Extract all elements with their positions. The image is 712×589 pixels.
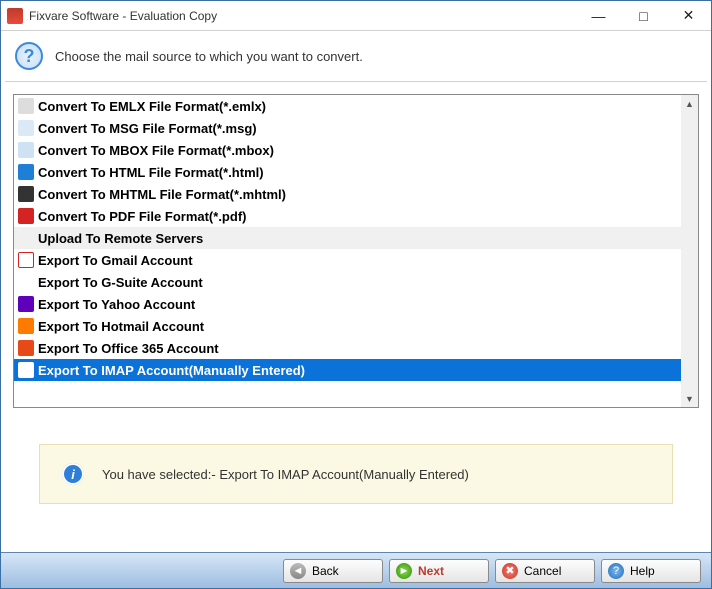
next-arrow-icon: ►: [396, 563, 412, 579]
gsuite-icon: [18, 274, 34, 290]
list-item-label: Export To Gmail Account: [38, 253, 193, 268]
list-item[interactable]: Export To Office 365 Account: [14, 337, 681, 359]
back-arrow-icon: ◄: [290, 563, 306, 579]
list-item[interactable]: Convert To MBOX File Format(*.mbox): [14, 139, 681, 161]
instruction-header: ? Choose the mail source to which you wa…: [1, 31, 711, 81]
list-item[interactable]: Export To Hotmail Account: [14, 315, 681, 337]
list-item[interactable]: Export To Yahoo Account: [14, 293, 681, 315]
maximize-button[interactable]: □: [621, 1, 666, 31]
list-item-label: Convert To MBOX File Format(*.mbox): [38, 143, 274, 158]
list-item-label: Convert To EMLX File Format(*.emlx): [38, 99, 266, 114]
close-button[interactable]: ✕: [666, 1, 711, 31]
scroll-up-button[interactable]: ▲: [681, 95, 698, 112]
yahoo-icon: [18, 296, 34, 312]
list-item[interactable]: Export To Gmail Account: [14, 249, 681, 271]
pdf-icon: [18, 208, 34, 224]
scroll-down-button[interactable]: ▼: [681, 390, 698, 407]
list-item-label: Export To Office 365 Account: [38, 341, 219, 356]
info-icon: i: [62, 463, 84, 485]
titlebar: Fixvare Software - Evaluation Copy — □ ✕: [1, 1, 711, 31]
list-item-label: Convert To MSG File Format(*.msg): [38, 121, 257, 136]
list-item-label: Export To IMAP Account(Manually Entered): [38, 363, 305, 378]
list-item-label: Convert To PDF File Format(*.pdf): [38, 209, 246, 224]
selection-info-bar: i You have selected:- Export To IMAP Acc…: [39, 444, 673, 504]
list-item-label: Export To Hotmail Account: [38, 319, 204, 334]
list-item[interactable]: Convert To HTML File Format(*.html): [14, 161, 681, 183]
imap-icon: [18, 362, 34, 378]
cancel-button-label: Cancel: [524, 564, 561, 578]
html-icon: [18, 164, 34, 180]
mbox-icon: [18, 142, 34, 158]
scrollbar-track[interactable]: [681, 112, 698, 390]
gmail-icon: [18, 252, 34, 268]
app-icon: [7, 8, 23, 24]
help-button[interactable]: ? Help: [601, 559, 701, 583]
question-icon: ?: [15, 42, 43, 70]
help-button-label: Help: [630, 564, 655, 578]
button-bar: ◄ Back ► Next ✖ Cancel ? Help: [1, 552, 711, 588]
cancel-icon: ✖: [502, 563, 518, 579]
instruction-text: Choose the mail source to which you want…: [55, 49, 363, 64]
list-item[interactable]: Convert To MSG File Format(*.msg): [14, 117, 681, 139]
office365-icon: [18, 340, 34, 356]
help-icon: ?: [608, 563, 624, 579]
list-item[interactable]: Export To IMAP Account(Manually Entered): [14, 359, 681, 381]
minimize-button[interactable]: —: [576, 1, 621, 31]
app-window: Fixvare Software - Evaluation Copy — □ ✕…: [0, 0, 712, 589]
emlx-icon: [18, 98, 34, 114]
list-item[interactable]: Convert To MHTML File Format(*.mhtml): [14, 183, 681, 205]
hotmail-icon: [18, 318, 34, 334]
window-title: Fixvare Software - Evaluation Copy: [29, 9, 576, 23]
list-item-label: Export To Yahoo Account: [38, 297, 195, 312]
header-separator: [5, 81, 707, 82]
list-item-label: Convert To MHTML File Format(*.mhtml): [38, 187, 286, 202]
selection-info-text: You have selected:- Export To IMAP Accou…: [102, 467, 469, 482]
list-item-label: Upload To Remote Servers: [18, 231, 203, 246]
mhtml-icon: [18, 186, 34, 202]
scrollbar[interactable]: ▲ ▼: [681, 95, 698, 407]
list-section-header: Upload To Remote Servers: [14, 227, 681, 249]
next-button[interactable]: ► Next: [389, 559, 489, 583]
list-item[interactable]: Export To G-Suite Account: [14, 271, 681, 293]
options-listbox[interactable]: Convert To EMLX File Format(*.emlx) Conve…: [13, 94, 699, 408]
list-item[interactable]: Convert To PDF File Format(*.pdf): [14, 205, 681, 227]
next-button-label: Next: [418, 564, 444, 578]
list-item[interactable]: Convert To EMLX File Format(*.emlx): [14, 95, 681, 117]
back-button-label: Back: [312, 564, 339, 578]
msg-icon: [18, 120, 34, 136]
back-button[interactable]: ◄ Back: [283, 559, 383, 583]
list-item-label: Export To G-Suite Account: [38, 275, 203, 290]
list-item-label: Convert To HTML File Format(*.html): [38, 165, 264, 180]
cancel-button[interactable]: ✖ Cancel: [495, 559, 595, 583]
